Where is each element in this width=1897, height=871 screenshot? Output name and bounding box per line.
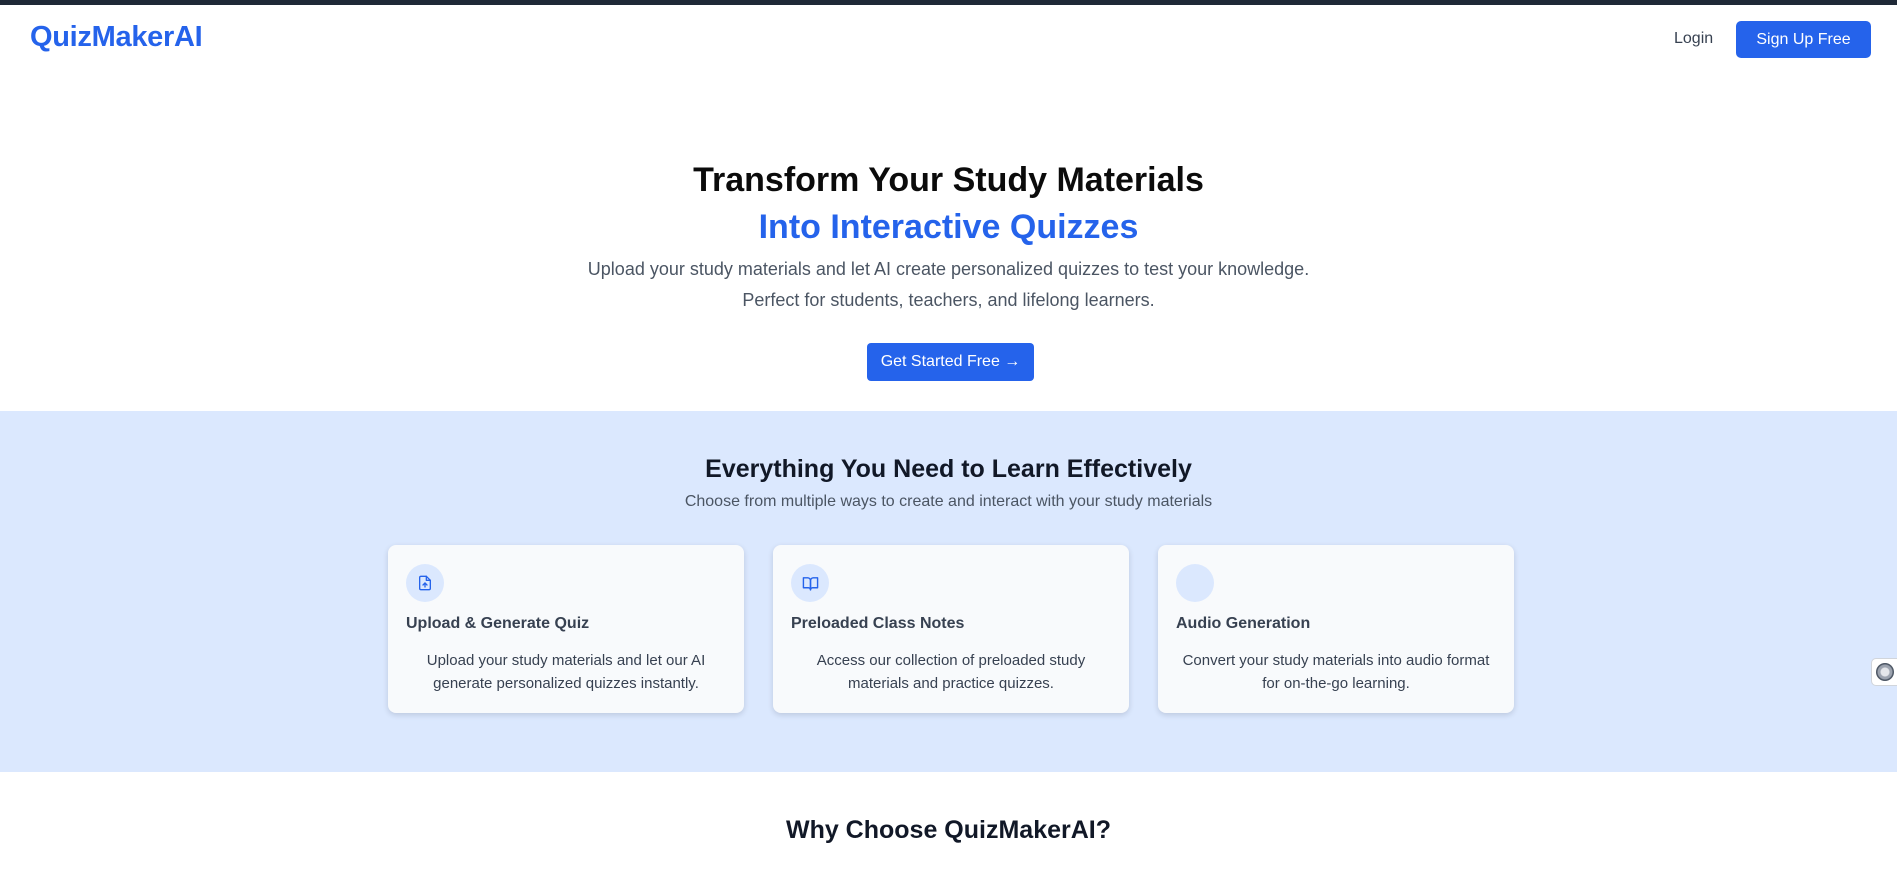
get-started-button[interactable]: Get Started Free →: [867, 343, 1034, 381]
feature-card-description: Convert your study materials into audio …: [1182, 652, 1490, 692]
hero-subtitle: Upload your study materials and let AI c…: [587, 259, 1310, 279]
floating-widget-button[interactable]: [1871, 658, 1897, 686]
why-section: Why Choose QuizMakerAI?: [0, 772, 1897, 871]
feature-card-description: Access our collection of preloaded study…: [816, 652, 1086, 692]
hero-title: Transform Your Study Materials: [693, 161, 1204, 199]
file-upload-icon: [406, 564, 444, 602]
feature-card-title: Upload & Generate Quiz: [406, 615, 590, 632]
feature-card-description: Upload your study materials and let our …: [426, 652, 706, 692]
sign-up-button[interactable]: Sign Up Free: [1736, 21, 1871, 58]
feature-card-audio[interactable]: Audio Generation Convert your study mate…: [1158, 545, 1514, 713]
feature-card-title: Preloaded Class Notes: [791, 615, 965, 632]
feature-card-upload[interactable]: Upload & Generate Quiz Upload your study…: [388, 545, 744, 713]
feature-card-class-notes[interactable]: Preloaded Class Notes Access our collect…: [773, 545, 1129, 713]
brand-logo[interactable]: QuizMakerAI: [30, 21, 203, 54]
hero-subtitle-secondary: Perfect for students, teachers, and life…: [742, 290, 1155, 310]
widget-icon: [1876, 663, 1894, 681]
features-title: Everything You Need to Learn Effectively: [705, 455, 1192, 483]
why-title: Why Choose QuizMakerAI?: [785, 816, 1112, 844]
audio-icon: [1176, 564, 1214, 602]
login-link[interactable]: Login: [1674, 30, 1713, 48]
book-open-icon: [791, 564, 829, 602]
hero-section: Transform Your Study Materials Into Inte…: [0, 73, 1897, 411]
hero-title-highlight: Into Interactive Quizzes: [758, 208, 1139, 246]
features-section: Everything You Need to Learn Effectively…: [0, 411, 1897, 772]
feature-card-title: Audio Generation: [1176, 615, 1311, 632]
navbar: QuizMakerAI Login Sign Up Free: [0, 5, 1897, 73]
features-subtitle: Choose from multiple ways to create and …: [684, 493, 1213, 510]
